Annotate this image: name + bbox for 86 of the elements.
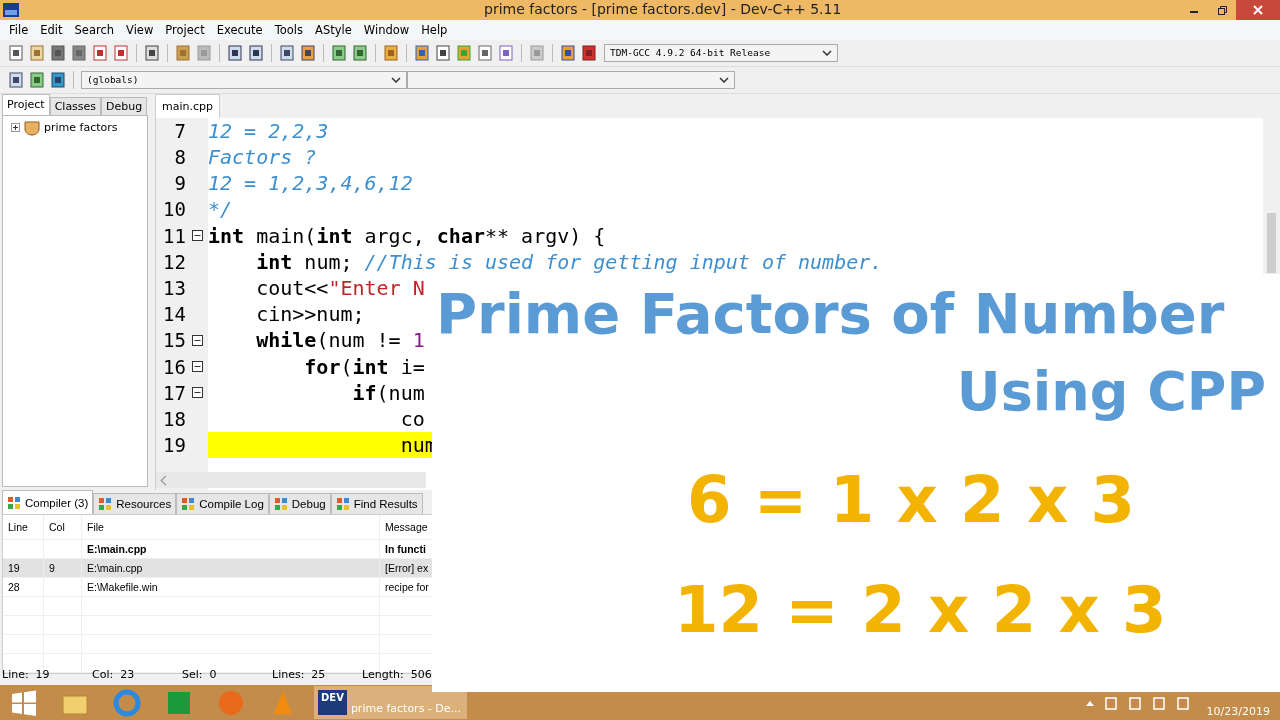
close-button[interactable]: [1236, 0, 1280, 20]
start-icon[interactable]: [10, 688, 38, 717]
code-line: Factors ?: [208, 144, 317, 171]
line-number: 19: [162, 433, 186, 459]
file-tab[interactable]: main.cpp: [155, 93, 220, 118]
line-number: 17: [162, 380, 186, 406]
status-item: Lines: 25: [272, 667, 327, 681]
example-equation: 12 = 2 x 2 x 3: [674, 573, 1167, 647]
fold-icon[interactable]: [191, 361, 203, 372]
example-equation: 6 = 1 x 2 x 3: [687, 463, 1135, 537]
app-icon: [3, 3, 19, 17]
panel-tab[interactable]: Find Results: [330, 493, 423, 515]
scope-select[interactable]: (globals): [81, 70, 407, 89]
panel-tab[interactable]: Classes: [49, 96, 102, 115]
card-title: Prime Factors of Number: [436, 281, 1225, 346]
fold-icon[interactable]: [191, 334, 203, 346]
code-line: int num; //This is used for getting input of number.: [255, 248, 883, 275]
clock-date: 10/23/2019: [1206, 705, 1270, 720]
panel-tab[interactable]: Debug: [268, 493, 331, 515]
status-item: Line: 19: [2, 667, 51, 681]
taskbar-button[interactable]: DEV prime factors - De...: [314, 686, 468, 720]
code-line: int main(int argc, char** argv) {: [208, 222, 606, 249]
column-header[interactable]: Line: [3, 515, 44, 540]
panel-tab[interactable]: Resources: [93, 493, 177, 515]
panel-tab[interactable]: Compiler (3): [2, 490, 94, 515]
code-line: if(num: [351, 379, 425, 406]
column-header[interactable]: Message: [380, 515, 432, 540]
column-header[interactable]: File: [82, 515, 380, 540]
menu-item[interactable]: Edit: [34, 22, 69, 37]
vertical-scrollbar[interactable]: [1263, 117, 1280, 274]
status-item: Sel: 0: [182, 667, 218, 681]
panel-tab[interactable]: Debug: [101, 96, 148, 115]
status-item: Col: 23: [92, 667, 136, 681]
menu-item[interactable]: Project: [159, 22, 211, 37]
squares-icon: [273, 497, 288, 512]
code-line: 12 = 2,2,3: [208, 117, 329, 144]
compiler-select[interactable]: TDM-GCC 4.9.2 64-bit Release: [604, 43, 838, 62]
app-icon: DEV: [318, 690, 347, 716]
menu-item[interactable]: Search: [68, 22, 121, 37]
restore-icon: [1217, 5, 1227, 15]
tree-item[interactable]: prime factors: [44, 121, 118, 135]
code-line: */: [208, 196, 233, 223]
squares-icon: [335, 497, 350, 512]
card-subtitle: Using CPP: [956, 360, 1266, 423]
message-row[interactable]: 28 E:\Makefile.win recipe for: [3, 578, 432, 598]
fold-icon[interactable]: [191, 387, 203, 399]
code-line: while(num != 1: [255, 327, 425, 354]
chevron-icon: [719, 76, 729, 83]
code-line: 12 = 1,2,3,4,6,12: [208, 170, 413, 197]
line-number: 10: [162, 197, 186, 223]
line-number: 8: [173, 145, 186, 170]
expand-icon[interactable]: [11, 123, 20, 133]
menu-item[interactable]: Execute: [210, 22, 269, 37]
line-number: 13: [162, 275, 186, 301]
code-line: for(int i=: [303, 353, 425, 380]
panel-tab[interactable]: Compile Log: [176, 493, 269, 515]
status-item: Length: 506: [362, 667, 433, 681]
line-number: 15: [162, 328, 186, 354]
column-header[interactable]: Col: [44, 515, 82, 540]
menu-item[interactable]: View: [120, 22, 160, 37]
close-icon: [1253, 5, 1263, 15]
squares-icon: [181, 497, 196, 512]
line-number: 16: [162, 354, 186, 380]
menu-item[interactable]: File: [3, 22, 35, 37]
line-number: 9: [173, 171, 186, 197]
chevron-icon: [391, 76, 401, 83]
line-number: 7: [173, 118, 186, 144]
message-row[interactable]: 19 9 E:\main.cpp [Error] ex: [3, 559, 432, 579]
code-line: co: [399, 405, 425, 432]
line-number: 12: [162, 249, 186, 275]
menu-item[interactable]: Tools: [268, 22, 310, 37]
code-line: cout<<"Enter N: [255, 274, 425, 302]
fold-icon[interactable]: [191, 230, 203, 242]
code-line: cin>>num;: [255, 301, 365, 328]
horizontal-scrollbar[interactable]: [156, 472, 426, 489]
window-title: prime factors - [prime factors.dev] - Dev-C++ 5.11: [484, 1, 842, 17]
panel-tab[interactable]: Project: [2, 93, 50, 115]
menu-item[interactable]: AStyle: [309, 22, 358, 37]
squares-icon: [7, 495, 21, 510]
chevron-icon: [822, 49, 832, 56]
line-number: 14: [162, 302, 186, 328]
squares-icon: [98, 497, 113, 512]
menu-item[interactable]: Help: [415, 22, 454, 37]
line-number: 11: [162, 223, 186, 249]
line-number: 18: [162, 406, 186, 432]
menu-item[interactable]: Window: [357, 22, 416, 37]
